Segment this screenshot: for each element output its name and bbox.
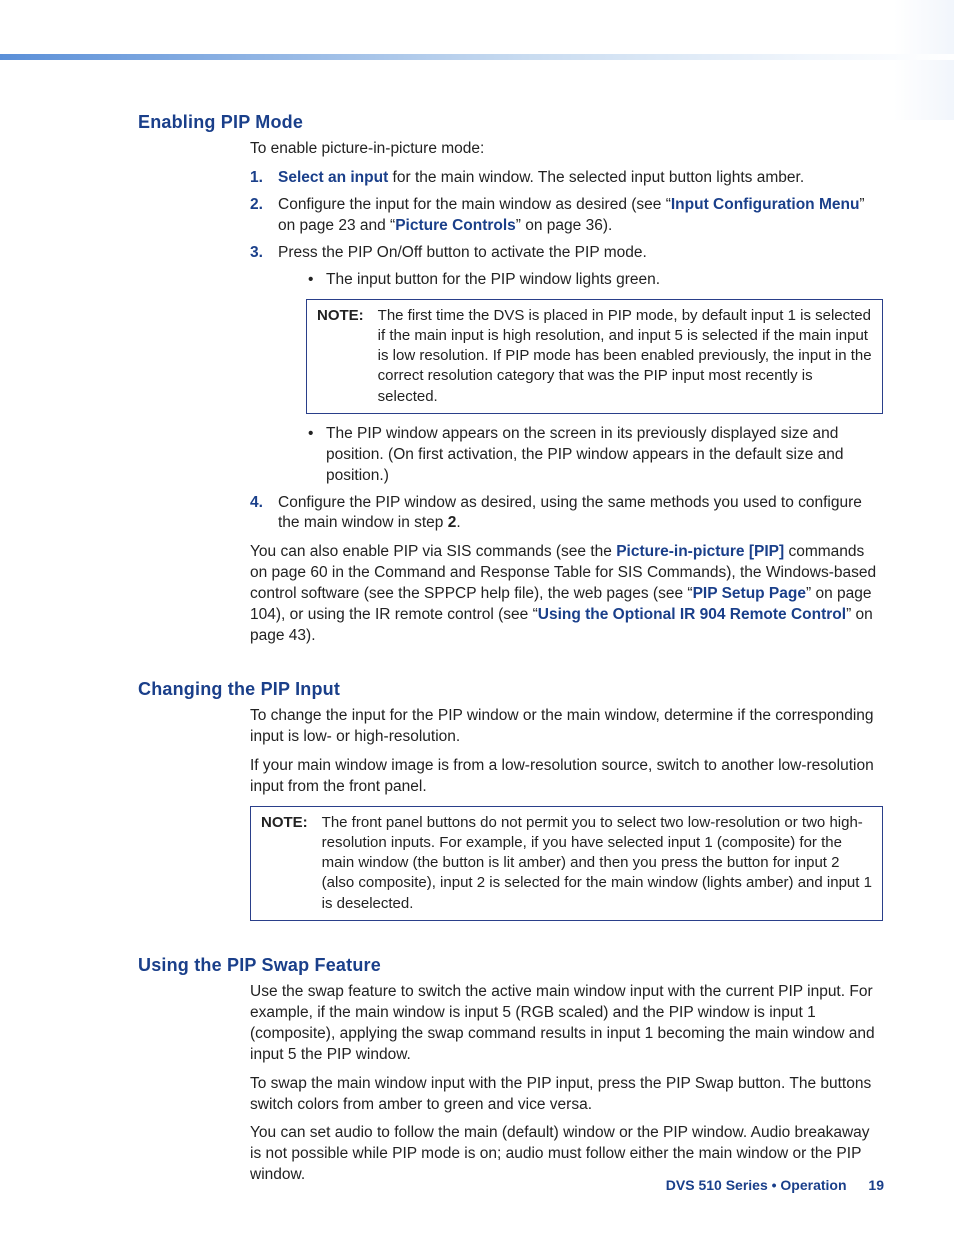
step-2: 2. Configure the input for the main wind… <box>250 195 883 237</box>
step-number: 2. <box>250 195 263 216</box>
step2-a: Configure the input for the main window … <box>278 196 671 213</box>
link-ir-remote[interactable]: Using the Optional IR 904 Remote Control <box>538 606 846 623</box>
step-number: 3. <box>250 243 263 264</box>
bullet-item: The PIP window appears on the screen in … <box>306 424 883 487</box>
heading-changing-pip: Changing the PIP Input <box>138 679 883 700</box>
s3-p1: Use the swap feature to switch the activ… <box>250 982 883 1066</box>
note-text: The first time the DVS is placed in PIP … <box>364 300 882 413</box>
step3-sublist-2: The PIP window appears on the screen in … <box>306 424 883 487</box>
step-1: 1. Select an input for the main window. … <box>250 168 883 189</box>
decorative-fade <box>894 0 954 120</box>
step1-rest: for the main window. The selected input … <box>388 169 804 186</box>
step4-a: Configure the PIP window as desired, usi… <box>278 494 862 532</box>
step4-b: . <box>456 514 460 531</box>
note-label: NOTE: <box>251 807 308 920</box>
link-picture-controls[interactable]: Picture Controls <box>395 217 516 234</box>
intro-text: To enable picture-in-picture mode: <box>250 139 883 160</box>
link-select-input[interactable]: Select an input <box>278 169 388 186</box>
steps-list: 1. Select an input for the main window. … <box>250 168 883 534</box>
link-pip-setup-page[interactable]: PIP Setup Page <box>693 585 806 602</box>
section1-body: To enable picture-in-picture mode: 1. Se… <box>250 139 883 647</box>
s2-p2: If your main window image is from a low-… <box>250 756 883 798</box>
step-number: 4. <box>250 493 263 514</box>
link-pip-sis[interactable]: Picture-in-picture [PIP] <box>616 543 784 560</box>
s3-p2: To swap the main window input with the P… <box>250 1074 883 1116</box>
step-4: 4. Configure the PIP window as desired, … <box>250 493 883 535</box>
footer-text: DVS 510 Series • Operation <box>666 1177 847 1193</box>
heading-pip-swap: Using the PIP Swap Feature <box>138 955 883 976</box>
note-box: NOTE: The first time the DVS is placed i… <box>306 299 883 414</box>
step-number: 1. <box>250 168 263 189</box>
note-label: NOTE: <box>307 300 364 413</box>
section3-body: Use the swap feature to switch the activ… <box>250 982 883 1186</box>
page-footer: DVS 510 Series • Operation 19 <box>666 1177 884 1193</box>
header-rule <box>0 54 954 60</box>
s2-p1: To change the input for the PIP window o… <box>250 706 883 748</box>
step3-sublist: The input button for the PIP window ligh… <box>306 270 883 291</box>
note-box: NOTE: The front panel buttons do not per… <box>250 806 883 921</box>
pa: You can also enable PIP via SIS commands… <box>250 543 616 560</box>
section2-body: To change the input for the PIP window o… <box>250 706 883 921</box>
closing-para: You can also enable PIP via SIS commands… <box>250 542 883 647</box>
page-number: 19 <box>868 1177 884 1193</box>
step-3: 3. Press the PIP On/Off button to activa… <box>250 243 883 487</box>
link-input-config-menu[interactable]: Input Configuration Menu <box>671 196 860 213</box>
heading-enabling-pip: Enabling PIP Mode <box>138 112 883 133</box>
note-text: The front panel buttons do not permit yo… <box>308 807 882 920</box>
page-content: Enabling PIP Mode To enable picture-in-p… <box>138 112 883 1194</box>
bullet-item: The input button for the PIP window ligh… <box>306 270 883 291</box>
step2-c: ” on page 36). <box>516 217 613 234</box>
step3-text: Press the PIP On/Off button to activate … <box>278 244 647 261</box>
page: Enabling PIP Mode To enable picture-in-p… <box>0 0 954 1235</box>
